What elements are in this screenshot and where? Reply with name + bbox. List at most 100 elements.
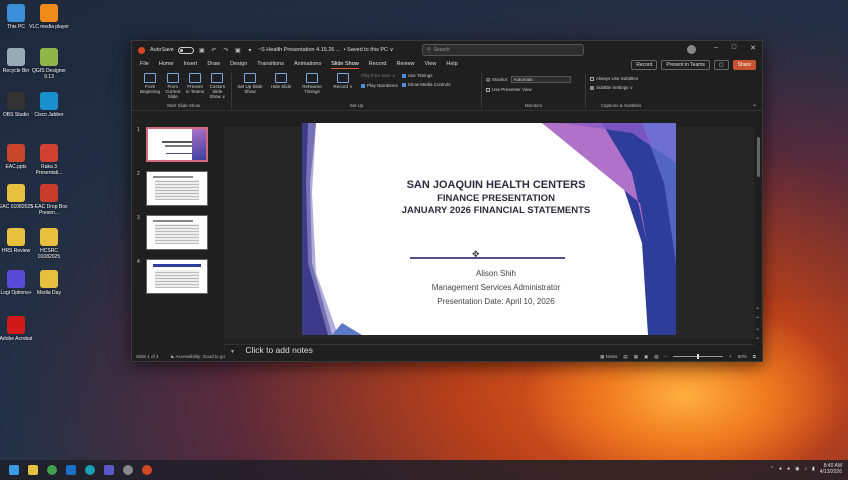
powerpoint-taskbar-icon[interactable] (142, 465, 152, 475)
desktop-icon-label: 5-EAC Drop Box Presen... (30, 204, 68, 216)
zoom-slider[interactable] (673, 354, 724, 359)
close-button[interactable]: ✕ (750, 44, 756, 52)
slide-canvas[interactable]: SAN JOAQUIN HEALTH CENTERS FINANCE PRESE… (302, 123, 676, 335)
desktop-icon[interactable]: QGIS Designer 9.13 (29, 48, 69, 80)
setup-icon (244, 73, 256, 83)
monitor-select[interactable]: ▤ Monitor: Automatic (486, 76, 581, 83)
undo-icon[interactable]: ↶ (210, 47, 218, 54)
tab-home[interactable]: Home (159, 61, 174, 69)
record-button[interactable]: Record (631, 60, 658, 70)
desktop-icon[interactable]: Media Day (29, 270, 69, 296)
saved-status[interactable]: • Saved to this PC ∨ (344, 47, 394, 53)
chrome-icon[interactable] (47, 465, 57, 475)
tab-help[interactable]: Help (446, 61, 457, 69)
slide-sorter-icon[interactable]: ▦ (634, 354, 638, 360)
notes-button[interactable]: ▦ Notes (600, 354, 617, 360)
group-name-captions: Captions & Subtitles (600, 103, 642, 108)
zoom-in-icon[interactable]: + (729, 354, 732, 359)
wifi-icon[interactable]: ◉ (795, 466, 799, 472)
redo-icon[interactable]: ↷ (222, 47, 230, 54)
fit-to-window-icon[interactable]: ⧉ (753, 354, 756, 359)
tab-slide-show[interactable]: Slide Show (331, 61, 359, 69)
use-presenter-view-check[interactable]: Use Presenter View (486, 87, 581, 92)
desktop-icon-label: VLC media player (29, 24, 69, 30)
file-explorer-icon[interactable] (28, 465, 38, 475)
minimize-button[interactable]: – (714, 44, 718, 52)
start-icon (166, 73, 179, 83)
desktop-icon[interactable]: VLC media player (29, 4, 69, 30)
setup-icon (337, 73, 349, 83)
desktop-icon-glyph (7, 228, 25, 246)
clock[interactable]: 8:40 AM 4/13/2026 (820, 463, 842, 475)
slide-thumbnail[interactable]: 2 (136, 171, 218, 209)
subtitle-settings-button[interactable]: Subtitle Settings ∨ (590, 85, 652, 91)
desktop-icon[interactable]: 5-EAC Drop Box Presen... (29, 184, 69, 216)
collapse-ribbon-icon[interactable]: ⌄ (752, 101, 757, 108)
start-button-2[interactable]: From Current Slide (163, 73, 182, 99)
normal-view-icon[interactable]: ▤ (623, 354, 627, 360)
autosave-toggle[interactable] (177, 46, 194, 54)
reading-view-icon[interactable]: ▣ (644, 354, 648, 360)
tray-chevron-icon[interactable]: ⌃ (770, 466, 774, 472)
record-dot-icon[interactable] (138, 46, 145, 54)
slide-thumbnail[interactable]: 1 (136, 127, 218, 165)
setup-button-1[interactable]: Set Up Slide Show (236, 73, 264, 94)
present-icon[interactable]: ▣ (234, 47, 242, 54)
share-button[interactable]: Share (732, 60, 756, 70)
setup-button-2[interactable]: Hide Slide (267, 73, 295, 94)
desktop-icon-glyph (7, 270, 25, 288)
outlook-icon[interactable] (66, 465, 76, 475)
maximize-button[interactable]: □ (732, 44, 736, 52)
tab-view[interactable]: View (425, 61, 437, 69)
desktop-icon[interactable]: Raka 3 Presentati... (29, 144, 69, 176)
slide-number: 2 (137, 171, 140, 177)
tab-review[interactable]: Review (396, 61, 414, 69)
desktop-icon[interactable]: HCSRC 01082025 (29, 228, 69, 260)
setup-button-3[interactable]: Rehearse Timings (298, 73, 326, 94)
present-in-teams-button[interactable]: Present in Teams (661, 60, 710, 70)
start-button-3[interactable]: Present in Teams (185, 73, 204, 99)
search-input[interactable]: ⚲ Search (422, 44, 584, 56)
tab-record[interactable]: Record (369, 61, 387, 69)
accessibility-status[interactable]: ☯ Accessibility: Good to go (171, 354, 225, 360)
comments-icon[interactable]: ▢ (713, 60, 729, 70)
always-subtitles-check[interactable]: Always Use Subtitles (590, 76, 652, 81)
slide-nav-arrows[interactable]: ⌃ ⌃ ⌄ ⌄ (755, 307, 760, 343)
avatar[interactable] (687, 45, 696, 54)
zoom-out-icon[interactable]: − (664, 354, 667, 359)
desktop-icon[interactable]: Cisco Jabber (29, 92, 69, 118)
monitor-dropdown[interactable]: Automatic (510, 76, 571, 83)
settings-icon[interactable] (123, 465, 133, 475)
slide-title-line-2: FINANCE PRESENTATION (437, 193, 555, 204)
save-icon[interactable]: ▣ (198, 47, 206, 54)
start-icon[interactable] (9, 465, 19, 475)
setup-button-4[interactable]: Record ∨ (329, 73, 357, 94)
tab-insert[interactable]: Insert (184, 61, 198, 69)
customize-qat-icon[interactable]: ▾ (246, 47, 254, 54)
desktop-icon-glyph (40, 92, 58, 110)
tab-file[interactable]: File (140, 61, 149, 69)
desktop-icon-label: Cisco Jabber (34, 112, 64, 118)
volume-icon[interactable]: ♪ (804, 466, 807, 472)
zoom-level[interactable]: 60% (738, 354, 747, 359)
play-narrations-check[interactable]: Play Narrations (361, 83, 398, 88)
tab-design[interactable]: Design (230, 61, 247, 69)
teams-tray-icon[interactable]: ● (787, 466, 790, 472)
play-from-start[interactable]: Play from Start ∨ (361, 73, 398, 79)
start-button-1[interactable]: From Beginning (140, 73, 160, 99)
use-timings-check[interactable]: Use Timings (401, 73, 451, 78)
slide-thumbnail[interactable]: 4 (136, 259, 218, 297)
slide-thumbnail[interactable]: 3 (136, 215, 218, 253)
tab-transitions[interactable]: Transitions (257, 61, 284, 69)
tab-animations[interactable]: Animations (294, 61, 321, 69)
desktop-icon-glyph (7, 144, 25, 162)
desktop-icon[interactable]: Adobe Acrobat (0, 316, 36, 342)
battery-icon[interactable]: ▮ (812, 466, 815, 472)
edge-icon[interactable] (85, 465, 95, 475)
start-button-4[interactable]: Custom Slide Show ∨ (208, 73, 227, 99)
mic-icon[interactable]: ● (779, 466, 782, 472)
teams-icon[interactable] (104, 465, 114, 475)
slideshow-view-icon[interactable]: ▧ (654, 354, 658, 360)
tab-draw[interactable]: Draw (207, 61, 220, 69)
show-media-controls-check[interactable]: Show Media Controls (401, 82, 451, 87)
